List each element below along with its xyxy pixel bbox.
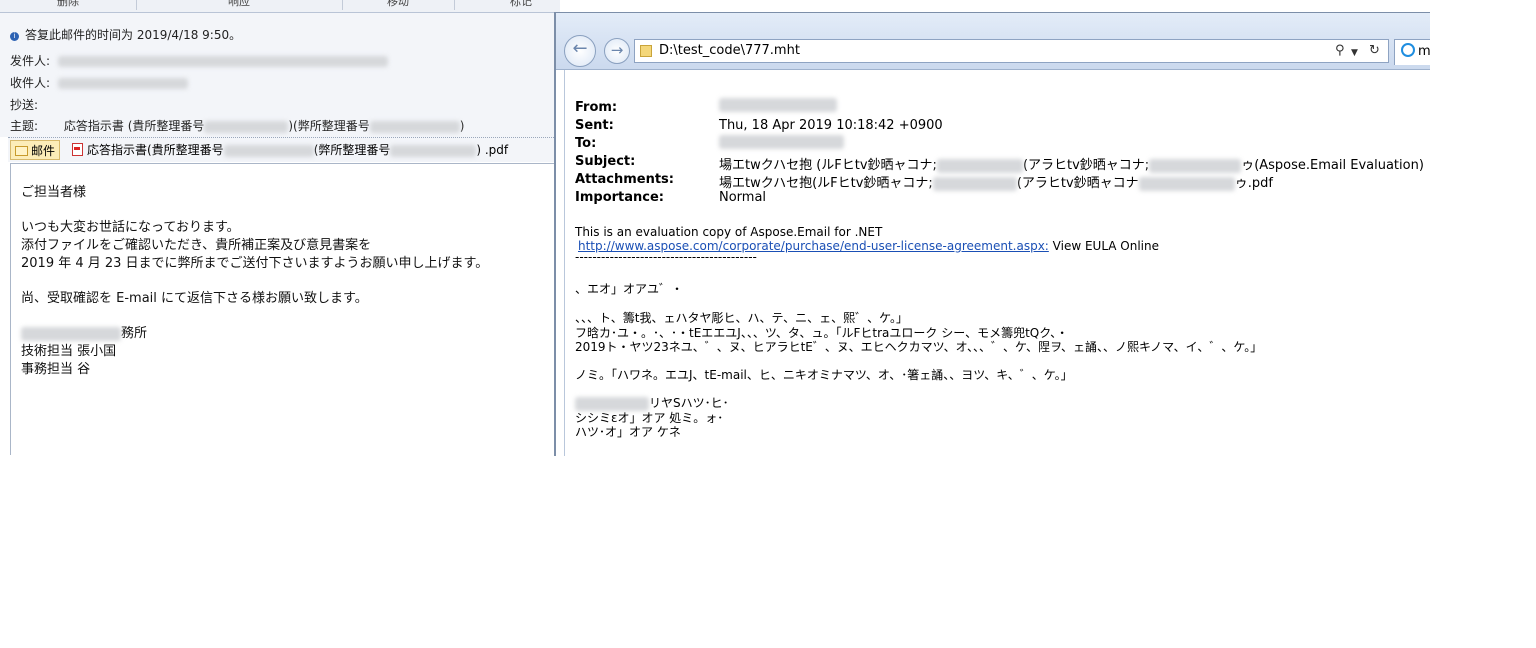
message-tab[interactable]: 邮件 [10, 140, 60, 160]
ie-toolbar: ← → D:\test_code\777.mht ⚲ ▼ ↻ m [556, 13, 1430, 70]
separator-rule: ----------------------------------------… [575, 250, 757, 264]
from-value [719, 97, 837, 112]
forward-arrow-icon: → [610, 41, 624, 59]
ribbon-bar: 删除 响应 移动 标记 [0, 0, 560, 13]
subject-text-a: 場エtwクハセ抱 (ルFヒtv鈔晒ャコナ; [719, 158, 937, 173]
pdf-attachment-tab[interactable]: 応答指示書(貴所整理番号 (弊所整理番号 ) .pdf [66, 140, 508, 160]
importance-label: Importance: [575, 190, 664, 205]
signature-office: 務所 [21, 322, 147, 341]
redacted-attachment-2 [1138, 176, 1235, 191]
cc-row: 抄送: [10, 96, 38, 113]
attachment-text-a: 場エtwクハセ抱(ルFヒtv鈔晒ャコナ; [719, 176, 933, 191]
ribbon-group-delete[interactable]: 删除 [0, 0, 137, 10]
redacted-ref-2 [369, 120, 460, 133]
signature-tech: 技術担当 張小国 [21, 344, 117, 359]
redacted-recipient [57, 78, 188, 89]
redacted-sender [57, 56, 388, 67]
importance-value: Normal [719, 190, 767, 205]
dropdown-icon[interactable]: ▼ [1351, 42, 1358, 64]
redacted-subject-1 [936, 158, 1023, 173]
subject-value: 場エtwクハセ抱 (ルFヒtv鈔晒ャコナ; (アラヒtv鈔晒ャコナ; ゥ(Aspos… [719, 154, 1424, 173]
sent-value: Thu, 18 Apr 2019 10:18:42 +0900 [719, 118, 943, 133]
forward-button[interactable]: → [604, 38, 630, 64]
from-row: 发件人: [10, 52, 388, 69]
pdf-name-c: ) .pdf [476, 143, 509, 157]
outlook-message-window: 删除 响应 移动 标记 i 答复此邮件的时间为 2019/4/18 9:50。 发… [0, 0, 560, 455]
browser-tab[interactable]: m [1394, 39, 1430, 65]
address-bar[interactable]: D:\test_code\777.mht ⚲ ▼ ↻ [634, 39, 1389, 63]
evaluation-note: This is an evaluation copy of Aspose.Ema… [575, 225, 883, 239]
attachments-value[interactable]: 場エtwクハセ抱(ルFヒtv鈔晒ャコナ; (アラヒtv鈔晒ャコナ ゥ.pdf [719, 172, 1273, 191]
signature-admin: 事務担当 谷 [21, 362, 91, 377]
info-icon: i [10, 32, 19, 41]
subject-text-c: ) [459, 119, 465, 133]
address-text: D:\test_code\777.mht [659, 43, 800, 58]
ie-logo-icon [1401, 43, 1415, 57]
pdf-name-a: 応答指示書(貴所整理番号 [87, 143, 224, 157]
body-line-1: いつも大変お世話になっております。 [21, 220, 240, 235]
body-line-4: 尚、受取確認を E-mail にて返信下さる様お願い致します。 [21, 291, 368, 306]
subject-label: 主题: [10, 119, 39, 133]
subject-text-b: )(弊所整理番号 [288, 119, 370, 133]
search-icon[interactable]: ⚲ [1335, 40, 1345, 62]
subject-text-a: 応答指示書 (貴所整理番号 [63, 119, 205, 133]
tab-title: m [1418, 44, 1430, 59]
redacted-pdf-ref-2 [390, 144, 477, 157]
redacted-pdf-ref-1 [223, 144, 314, 157]
to-label: 收件人: [10, 76, 51, 90]
ie-browser-window: ← → D:\test_code\777.mht ⚲ ▼ ↻ m From: S… [554, 12, 1430, 456]
redacted-to [719, 134, 844, 149]
ribbon-group-move[interactable]: 移动 [342, 0, 455, 10]
message-header: i 答复此邮件的时间为 2019/4/18 9:50。 发件人: 收件人: 抄送:… [0, 13, 560, 137]
attachments-label: Attachments: [575, 172, 674, 187]
message-body[interactable]: ご担当者様 いつも大変お世話になっております。 添付ファイルをご確認いただき、貴… [10, 163, 560, 455]
back-button[interactable]: ← [564, 35, 596, 67]
eula-suffix: View EULA Online [1048, 239, 1160, 253]
subject-label: Subject: [575, 154, 636, 169]
body-line-2: 添付ファイルをご確認いただき、貴所補正案及び意見書案を [21, 238, 372, 253]
cc-label: 抄送: [10, 98, 39, 112]
reply-note: 答复此邮件的时间为 2019/4/18 9:50。 [25, 28, 242, 42]
garbled-line-4: 2019ト・ヤツ23ネユ、゛、ヌ、ヒアラヒtE゛、ヌ、エヒヘクカマツ、オ、、、゛… [575, 340, 1263, 354]
sent-label: Sent: [575, 118, 614, 133]
redacted-office-name [21, 326, 121, 341]
attachment-bar: 邮件 応答指示書(貴所整理番号 (弊所整理番号 ) .pdf [8, 137, 560, 162]
pdf-name-b: (弊所整理番号 [313, 143, 391, 157]
garbled-line-8: ハツ･オ」オア ケネ [575, 425, 681, 439]
redacted-from [719, 97, 837, 112]
garbled-line-5: ノミ。「ハワネ。エユJ、tE-mail、ヒ、ニキオミナマツ、オ、･箸ェ誦、、ヨツ… [575, 368, 1073, 382]
redacted-subject-2 [1149, 158, 1242, 173]
to-row: 收件人: [10, 74, 188, 91]
body-line-3: 2019 年 4 月 23 日までに弊所までご送付下さいますようお願い申し上げま… [21, 256, 489, 271]
refresh-icon[interactable]: ↻ [1369, 40, 1380, 62]
reply-info: i 答复此邮件的时间为 2019/4/18 9:50。 [10, 26, 241, 43]
pdf-icon [72, 143, 83, 156]
subject-text-b: (アラヒtv鈔晒ャコナ; [1022, 158, 1150, 173]
subject-text-c: ゥ(Aspose.Email Evaluation) [1241, 158, 1424, 173]
page-content[interactable]: From: Sent: Thu, 18 Apr 2019 10:18:42 +0… [564, 70, 1430, 456]
redacted-ref-1 [204, 120, 289, 133]
subject-row: 主题: 応答指示書 (貴所整理番号 )(弊所整理番号) [10, 117, 464, 134]
body-greeting: ご担当者様 [21, 185, 87, 200]
attachment-text-b: (アラヒtv鈔晒ャコナ [1016, 176, 1139, 191]
envelope-icon [15, 146, 28, 156]
page-icon [640, 45, 652, 57]
ribbon-group-respond[interactable]: 响应 [136, 0, 343, 10]
garbled-line-1: 、エオ」オアユ゛・ [575, 282, 684, 296]
back-arrow-icon: ← [572, 38, 588, 59]
from-label: 发件人: [10, 54, 51, 68]
attachment-text-c: ゥ.pdf [1234, 176, 1273, 191]
redacted-attachment-1 [932, 176, 1017, 191]
signature-office-suffix: 務所 [121, 326, 148, 341]
ribbon-group-tags[interactable]: 标记 [454, 0, 560, 10]
garbled-line-6-text: リヤSハツ･ヒ･ [649, 396, 729, 410]
from-label: From: [575, 100, 618, 115]
to-label: To: [575, 136, 597, 151]
message-tab-label: 邮件 [31, 144, 56, 158]
to-value [719, 134, 844, 149]
